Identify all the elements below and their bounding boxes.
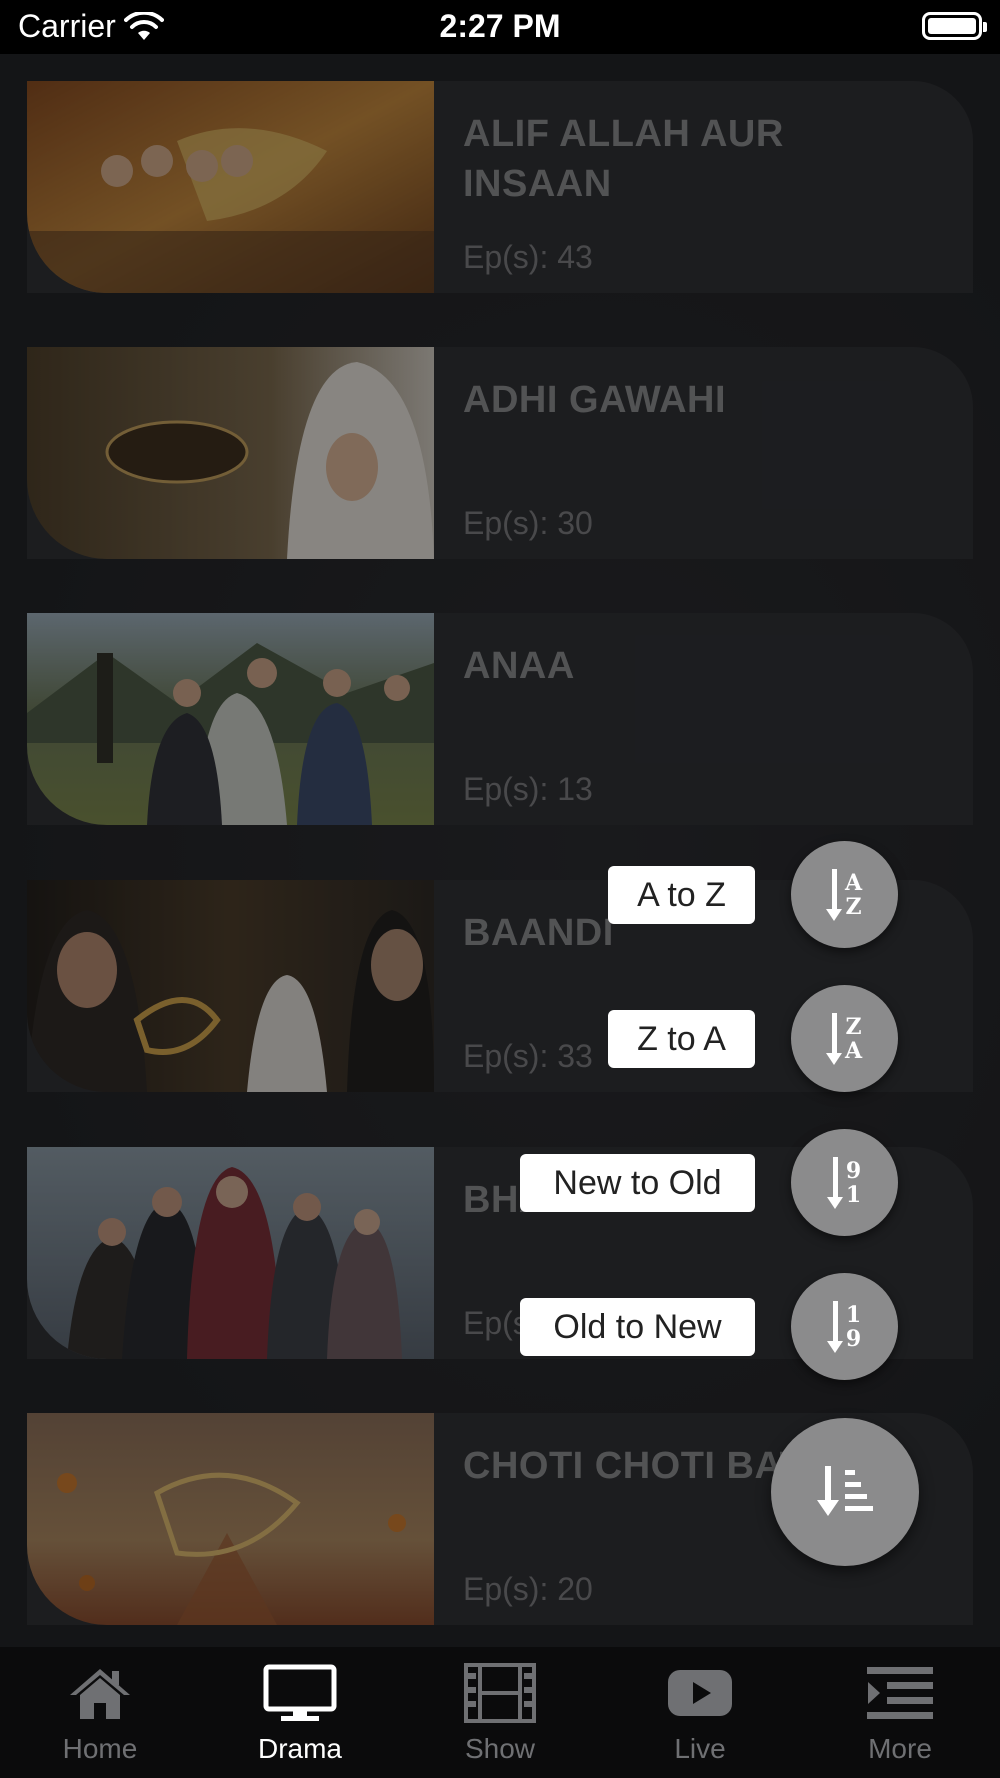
play-icon <box>662 1663 738 1723</box>
sort-option-new-to-old-label[interactable]: New to Old <box>520 1154 755 1212</box>
status-bar: Carrier 2:27 PM <box>0 0 1000 54</box>
tab-more[interactable]: More <box>800 1647 1000 1778</box>
sort-option-old-to-new-label[interactable]: Old to New <box>520 1298 755 1356</box>
menu-icon <box>862 1663 938 1723</box>
sort-old-to-new-button[interactable]: 19 <box>791 1273 898 1380</box>
tab-live[interactable]: Live <box>600 1647 800 1778</box>
tab-drama[interactable]: Drama <box>200 1647 400 1778</box>
film-icon <box>462 1663 538 1723</box>
sort-icon <box>817 1466 873 1516</box>
tab-home-label: Home <box>62 1733 138 1764</box>
sort-option-a-to-z-label[interactable]: A to Z <box>608 866 755 924</box>
sort-numeric-asc-icon: 19 <box>826 1300 861 1353</box>
tab-bar: Home Drama Show Live More <box>0 1647 1000 1778</box>
status-time: 2:27 PM <box>439 8 561 44</box>
tab-live-label: Live <box>674 1733 726 1764</box>
tab-show[interactable]: Show <box>400 1647 600 1778</box>
tab-drama-label: Drama <box>257 1733 342 1764</box>
sort-a-to-z-button[interactable]: AZ <box>791 841 898 948</box>
sort-z-to-a-button[interactable]: ZA <box>791 985 898 1092</box>
tv-icon <box>262 1663 338 1723</box>
sort-new-to-old-button[interactable]: 91 <box>791 1129 898 1236</box>
tab-home[interactable]: Home <box>0 1647 200 1778</box>
tab-show-label: Show <box>464 1733 536 1764</box>
sort-numeric-desc-icon: 91 <box>826 1156 861 1209</box>
home-icon <box>62 1663 138 1723</box>
sort-alpha-desc-icon: ZA <box>825 1012 862 1065</box>
sort-menu-toggle-button[interactable] <box>771 1418 919 1566</box>
tab-more-label: More <box>868 1733 932 1764</box>
battery-icon <box>922 12 987 40</box>
sort-option-z-to-a-label[interactable]: Z to A <box>608 1010 755 1068</box>
sort-alpha-asc-icon: AZ <box>825 868 862 921</box>
